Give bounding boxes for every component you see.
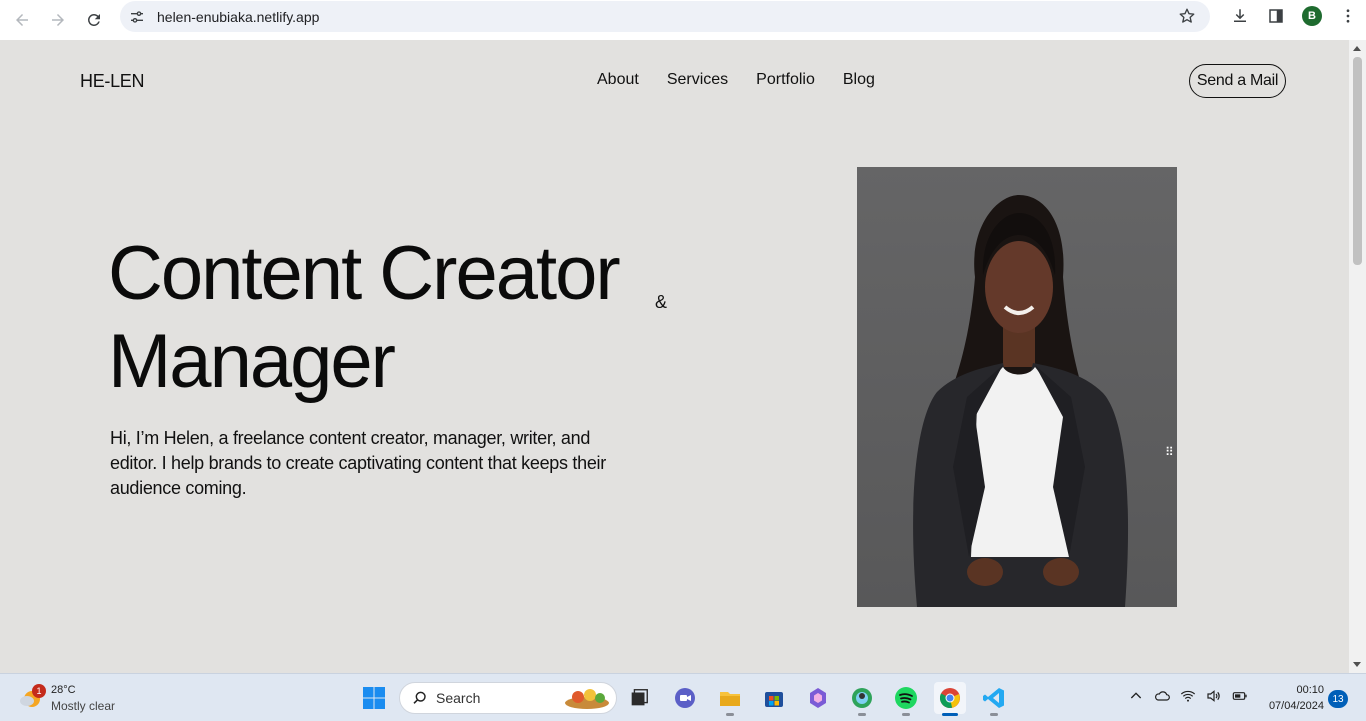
clock-date: 07/04/2024 — [1268, 700, 1324, 712]
web-page: HE-LEN About Services Portfolio Blog Sen… — [0, 40, 1349, 657]
windows-start-icon[interactable] — [362, 686, 386, 710]
chrome-icon[interactable] — [934, 682, 966, 716]
browser-toolbar: helen-enubiaka.netlify.app B — [0, 0, 1366, 40]
side-panel-icon[interactable] — [1258, 0, 1294, 32]
temperature: 28°C — [51, 684, 76, 696]
back-icon[interactable] — [4, 4, 40, 36]
chevron-up-icon[interactable] — [1128, 688, 1144, 704]
hero-ampersand: & — [655, 292, 668, 312]
taskbar-search[interactable]: Search — [399, 682, 617, 714]
weather-condition: Mostly clear — [51, 699, 116, 713]
site-settings-icon[interactable] — [128, 8, 146, 26]
bookmark-star-icon[interactable] — [1178, 7, 1196, 25]
forward-icon[interactable] — [40, 4, 76, 36]
nav-blog[interactable]: Blog — [843, 71, 875, 89]
hero-title-line2: Manager — [108, 319, 396, 404]
volume-icon[interactable] — [1206, 688, 1222, 704]
site-logo[interactable]: HE-LEN — [80, 71, 145, 92]
video-call-icon[interactable] — [669, 682, 701, 714]
scrollbar-thumb[interactable] — [1353, 57, 1362, 265]
copilot-icon[interactable] — [802, 682, 834, 714]
taskbar-clock[interactable]: 00:10 07/04/2024 — [1258, 682, 1324, 714]
address-bar[interactable]: helen-enubiaka.netlify.app — [120, 1, 1210, 32]
page-scrollbar[interactable] — [1349, 40, 1366, 673]
weather-widget[interactable]: 1 28°C Mostly clear — [18, 682, 115, 714]
windows-taskbar: 1 28°C Mostly clear Search 00:10 07/04/2… — [0, 673, 1366, 721]
hero-title-line1: Content Creator — [108, 231, 621, 316]
nav-portfolio[interactable]: Portfolio — [756, 71, 815, 89]
drag-handle-icon[interactable]: ⠿ — [1165, 445, 1174, 459]
vscode-icon[interactable] — [978, 682, 1010, 716]
scroll-down-icon[interactable] — [1353, 662, 1361, 667]
downloads-icon[interactable] — [1222, 0, 1258, 32]
notification-badge[interactable]: 13 — [1328, 690, 1348, 708]
hero-intro-text: Hi, I’m Helen, a freelance content creat… — [110, 428, 606, 498]
weather-alert-badge: 1 — [32, 684, 46, 698]
spotify-icon[interactable] — [890, 682, 922, 716]
search-highlight-icon — [565, 689, 609, 709]
site-navigation: About Services Portfolio Blog — [597, 71, 875, 89]
battery-icon[interactable] — [1232, 688, 1248, 704]
edge-profile-icon[interactable] — [846, 682, 878, 716]
clock-time: 00:10 — [1296, 684, 1324, 696]
menu-icon[interactable] — [1330, 0, 1366, 32]
file-explorer-icon[interactable] — [714, 682, 746, 716]
reload-icon[interactable] — [76, 4, 112, 36]
profile-photo — [857, 167, 1177, 607]
store-icon[interactable] — [758, 682, 790, 714]
weather-icon: 1 — [18, 684, 46, 710]
search-icon — [413, 691, 426, 704]
nav-services[interactable]: Services — [667, 71, 728, 89]
search-label: Search — [436, 690, 481, 706]
onedrive-icon[interactable] — [1154, 688, 1170, 704]
task-view-icon[interactable] — [623, 682, 655, 714]
nav-about[interactable]: About — [597, 71, 639, 89]
send-mail-button[interactable]: Send a Mail — [1189, 64, 1286, 98]
url-text[interactable]: helen-enubiaka.netlify.app — [157, 9, 319, 25]
wifi-icon[interactable] — [1180, 688, 1196, 704]
system-tray — [1128, 688, 1248, 704]
scroll-up-icon[interactable] — [1353, 46, 1361, 51]
profile-avatar[interactable]: B — [1294, 0, 1330, 32]
